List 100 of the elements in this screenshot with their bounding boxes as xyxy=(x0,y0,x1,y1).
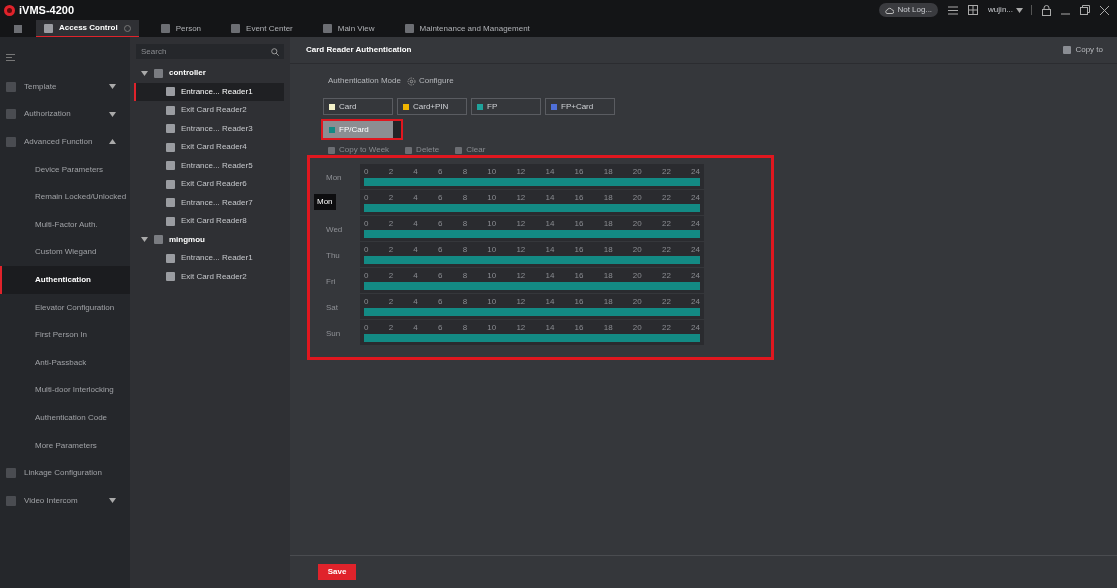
tree-item[interactable]: Entrance... Reader1 xyxy=(136,249,284,268)
hour-tick: 20 xyxy=(632,271,642,281)
sidebar-subitem[interactable]: Remain Locked/Unlocked xyxy=(0,183,130,211)
close-icon[interactable] xyxy=(1100,5,1109,15)
hour-tick: 24 xyxy=(691,323,700,333)
hour-tick: 2 xyxy=(388,323,394,333)
caret-icon xyxy=(109,498,116,504)
sidebar-subitem[interactable]: Authentication Code xyxy=(0,404,130,432)
hour-tick: 16 xyxy=(574,323,584,333)
tab-icon xyxy=(231,24,241,33)
hour-tick: 0 xyxy=(364,271,369,281)
cloud-icon xyxy=(885,6,895,14)
hour-tick: 12 xyxy=(516,271,526,281)
hour-tick: 6 xyxy=(437,323,443,333)
sidebar-item[interactable]: Authorization xyxy=(0,100,130,129)
configure-button[interactable]: Configure xyxy=(406,75,454,87)
module-tab[interactable]: Event Center xyxy=(223,20,301,37)
tree-item[interactable]: Entrance... Reader7 xyxy=(136,193,284,212)
tree-item-label: Entrance... Reader5 xyxy=(181,159,253,172)
mode-button[interactable]: FP xyxy=(471,98,541,115)
hour-tick: 12 xyxy=(516,245,526,255)
menu-icon[interactable] xyxy=(6,54,15,61)
tree-item-label: Exit Card Reader4 xyxy=(181,141,247,154)
hour-tick: 12 xyxy=(516,219,526,229)
sidebar-item[interactable]: Advanced Function xyxy=(0,128,130,156)
hour-tick: 10 xyxy=(487,323,497,333)
sidebar-item[interactable]: Video Intercom xyxy=(0,486,130,515)
hour-tick: 6 xyxy=(437,193,443,203)
mode-button[interactable]: Card xyxy=(323,98,393,115)
sidebar-subitem[interactable]: More Parameters xyxy=(0,431,130,460)
hour-tick: 10 xyxy=(487,271,497,281)
tab-icon xyxy=(44,23,53,33)
module-tab[interactable]: Maintenance and Management xyxy=(396,20,538,37)
list-icon[interactable] xyxy=(948,5,959,15)
hour-tick: 14 xyxy=(545,323,555,333)
tree-item-label: Entrance... Reader1 xyxy=(181,252,253,265)
sidebar-subitem[interactable]: Anti-Passback xyxy=(0,348,130,377)
hour-tick: 4 xyxy=(413,323,418,333)
toolbar-button[interactable]: Copy to Week xyxy=(328,144,390,156)
sidebar-subitem[interactable]: First Person In xyxy=(0,321,130,349)
sidebar-label: Template xyxy=(24,80,58,93)
hour-tick: 22 xyxy=(661,297,671,307)
tree-item[interactable]: Entrance... Reader5 xyxy=(136,156,284,175)
sidebar-subitem[interactable]: Authentication xyxy=(0,266,130,294)
mode-button[interactable]: Card+PIN xyxy=(397,98,467,115)
tree-item[interactable]: Entrance... Reader1 xyxy=(134,82,284,101)
copy-to-button[interactable]: Copy to xyxy=(1063,44,1103,56)
search-field[interactable]: Search xyxy=(136,44,284,59)
hour-tick: 10 xyxy=(487,167,497,177)
toolbar-button[interactable]: Clear xyxy=(455,144,486,156)
tree-item[interactable]: Exit Card Reader2 xyxy=(136,267,284,286)
sidebar-subitem[interactable]: Multi-Factor Auth. xyxy=(0,210,130,239)
tree-item[interactable]: Exit Card Reader4 xyxy=(136,138,284,157)
hour-tick: 22 xyxy=(661,167,671,177)
tree-item[interactable]: Exit Card Reader8 xyxy=(136,212,284,231)
tree-item-label: Entrance... Reader1 xyxy=(181,85,253,98)
sidebar-subitem[interactable]: Device Parameters xyxy=(0,155,130,184)
restore-icon[interactable] xyxy=(1080,5,1090,15)
hour-tick: 18 xyxy=(603,219,613,229)
hour-tick: 22 xyxy=(661,219,671,229)
sidebar-item[interactable]: Template xyxy=(0,73,130,101)
tree-item-label: Exit Card Reader2 xyxy=(181,270,247,283)
app-logo-icon xyxy=(4,4,15,16)
layout-icon[interactable] xyxy=(968,5,979,15)
hour-tick: 0 xyxy=(364,193,369,203)
module-tab[interactable]: Main View xyxy=(314,20,383,37)
hour-tick: 8 xyxy=(462,271,468,281)
sidebar-subitem[interactable]: Custom Wiegand xyxy=(0,238,130,267)
toolbar-button[interactable]: Delete xyxy=(405,144,440,156)
gear-icon xyxy=(406,76,416,86)
mode-button[interactable]: FP+Card xyxy=(545,98,615,115)
sidebar-subitem[interactable]: Multi-door Interlocking xyxy=(0,376,130,405)
sidebar-label: Advanced Function xyxy=(24,136,94,148)
controller-icon xyxy=(154,235,163,245)
hour-tick: 14 xyxy=(545,271,555,281)
hour-tick: 4 xyxy=(413,193,418,203)
save-button[interactable]: Save xyxy=(318,564,356,580)
user-menu[interactable]: wujin... xyxy=(988,4,1023,16)
hour-tick: 20 xyxy=(632,297,642,307)
toolbar-icon xyxy=(455,146,463,154)
hour-tick: 12 xyxy=(516,297,526,307)
day-label: Sat xyxy=(326,302,338,314)
sidebar-subitem[interactable]: Elevator Configuration xyxy=(0,293,130,322)
day-label: Mon xyxy=(326,172,342,184)
tree-node-label: controller xyxy=(169,67,206,80)
cloud-status-button[interactable]: Not Log... xyxy=(879,3,939,17)
module-tab[interactable]: Person xyxy=(152,20,210,37)
hour-tick: 22 xyxy=(661,271,671,281)
caret-icon xyxy=(109,84,116,90)
toolbar-icon xyxy=(328,146,335,154)
lock-icon[interactable] xyxy=(1042,4,1051,16)
tree-item[interactable]: Exit Card Reader6 xyxy=(136,175,284,194)
tooltip: Mon xyxy=(314,194,336,210)
tree-node[interactable]: controller xyxy=(136,64,284,83)
tree-node[interactable]: mingmou xyxy=(136,230,284,249)
tree-item[interactable]: Entrance... Reader3 xyxy=(136,119,284,138)
page-title: Card Reader Authentication xyxy=(306,44,412,56)
sidebar-item[interactable]: Linkage Configuration xyxy=(0,459,130,487)
tree-item[interactable]: Exit Card Reader2 xyxy=(136,101,284,120)
module-tab[interactable]: Access Control xyxy=(36,20,139,37)
